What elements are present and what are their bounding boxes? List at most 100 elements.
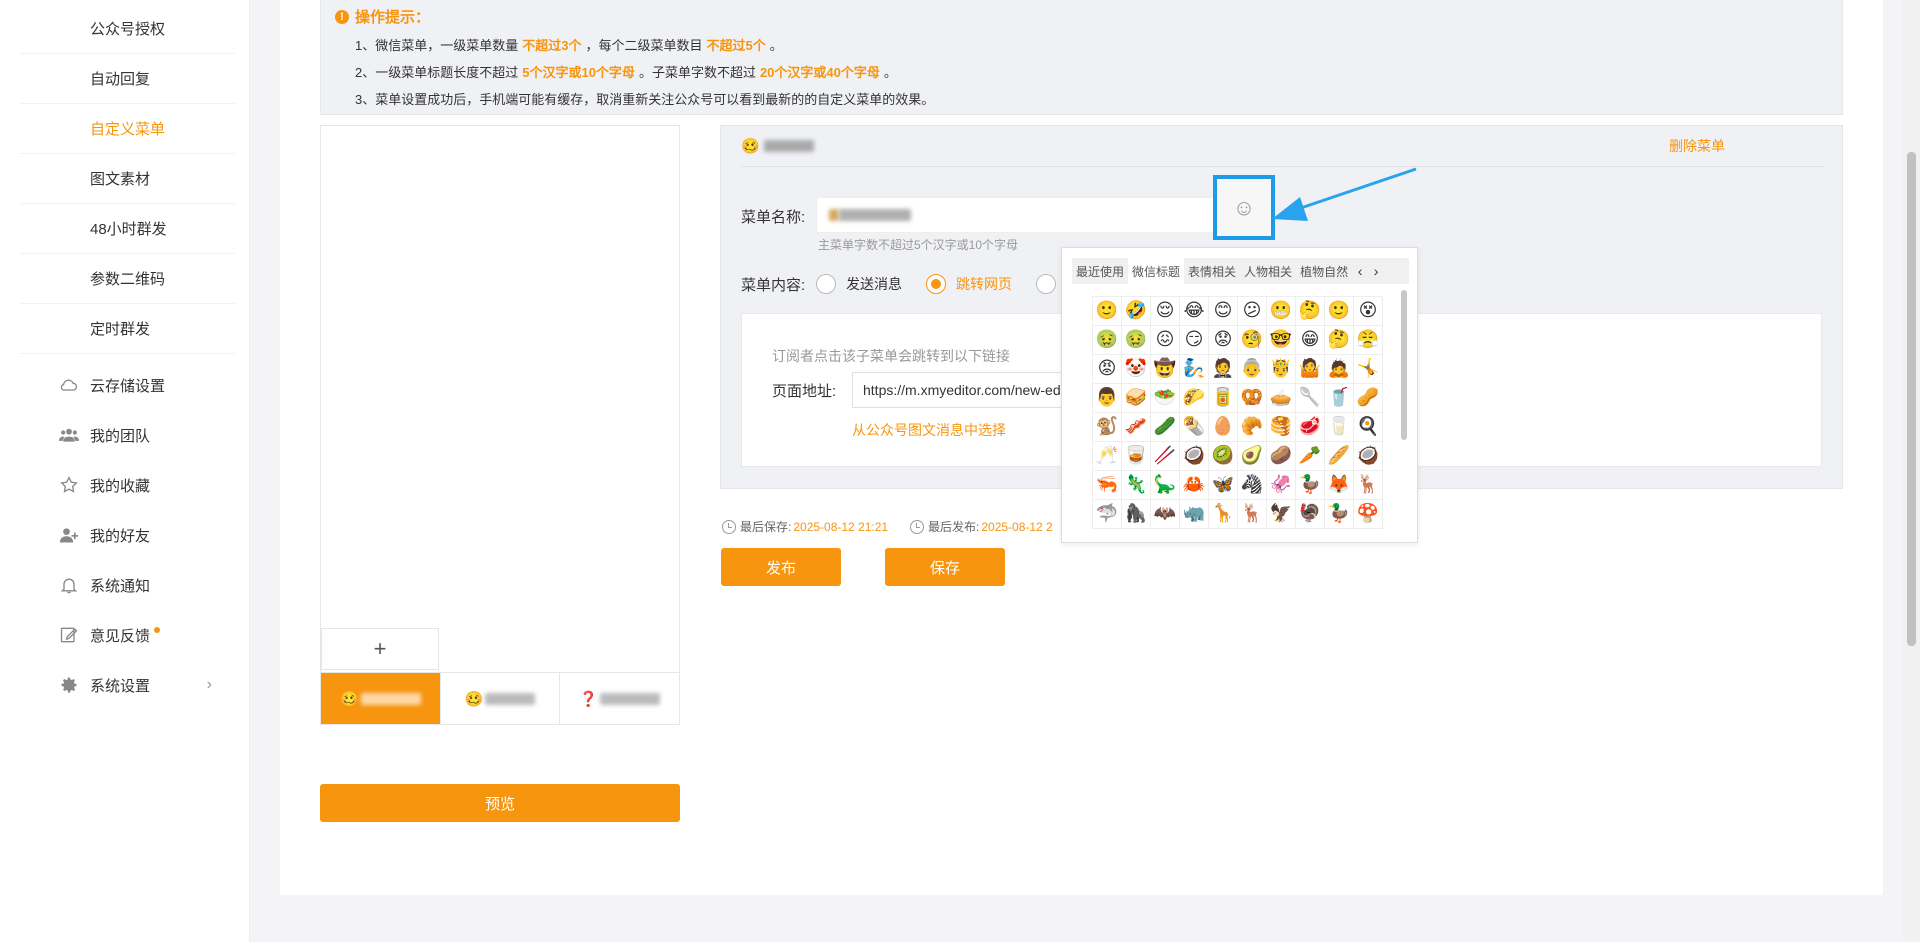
sidebar-item-auto-reply[interactable]: 自动回复 (20, 54, 235, 104)
sidebar-item-settings[interactable]: 系统设置 › (0, 665, 240, 705)
emoji-cell[interactable]: 🤸 (1354, 355, 1383, 384)
emoji-cell[interactable]: 😖 (1151, 326, 1180, 355)
sidebar-item-account-auth[interactable]: 公众号授权 (20, 4, 235, 54)
page-url-input[interactable]: https://m.xmyeditor.com/new-ed (852, 372, 1072, 408)
emoji-cell[interactable]: 🦊 (1325, 471, 1354, 500)
emoji-cell[interactable]: 🦇 (1151, 500, 1180, 529)
emoji-cell[interactable]: 🦎 (1122, 471, 1151, 500)
emoji-cell[interactable]: 🦈 (1093, 500, 1122, 529)
emoji-cell[interactable]: 🦓 (1238, 471, 1267, 500)
emoji-cell[interactable]: 🙇 (1325, 355, 1354, 384)
emoji-cell[interactable]: 🧞 (1180, 355, 1209, 384)
emoji-cell[interactable]: 😟 (1209, 326, 1238, 355)
emoji-cell[interactable]: 🥒 (1151, 413, 1180, 442)
emoji-cell[interactable]: 🦍 (1122, 500, 1151, 529)
emoji-cell[interactable]: 🤔 (1296, 297, 1325, 326)
emoji-cell[interactable]: 😊 (1209, 297, 1238, 326)
sidebar-item-notifications[interactable]: 系统通知 (0, 565, 240, 605)
tab-nature[interactable]: 植物自然 (1296, 258, 1352, 284)
tab-people[interactable]: 人物相关 (1240, 258, 1296, 284)
emoji-cell[interactable]: 🥕 (1296, 442, 1325, 471)
emoji-cell[interactable]: 🥧 (1267, 384, 1296, 413)
emoji-cell[interactable]: 😬 (1267, 297, 1296, 326)
menu-name-input[interactable] (816, 197, 1216, 233)
preview-button[interactable]: 预览 (320, 784, 680, 822)
emoji-cell[interactable]: 🤔 (1325, 326, 1354, 355)
emoji-cell[interactable]: 😌 (1151, 297, 1180, 326)
emoji-cell[interactable]: 👵 (1238, 355, 1267, 384)
emoji-cell[interactable]: 🦋 (1209, 471, 1238, 500)
emoji-cell[interactable]: 👨 (1093, 384, 1122, 413)
sidebar-item-48h-broadcast[interactable]: 48小时群发 (20, 204, 235, 254)
add-menu-button[interactable]: + (321, 628, 439, 670)
emoji-cell[interactable]: 🤡 (1122, 355, 1151, 384)
radio-send-message[interactable]: 发送消息 (816, 274, 902, 294)
emoji-cell[interactable]: 🙂 (1093, 297, 1122, 326)
emoji-cell[interactable]: 😁 (1296, 326, 1325, 355)
tab-expressions[interactable]: 表情相关 (1184, 258, 1240, 284)
page-scrollbar-thumb[interactable] (1907, 152, 1916, 646)
emoji-cell[interactable]: 🥤 (1325, 384, 1354, 413)
emoji-cell[interactable]: 🦏 (1180, 500, 1209, 529)
emoji-cell[interactable]: 🤢 (1122, 326, 1151, 355)
emoji-cell[interactable]: 🥨 (1238, 384, 1267, 413)
emoji-cell[interactable]: 🤷 (1296, 355, 1325, 384)
select-from-articles-link[interactable]: 从公众号图文消息中选择 (852, 420, 1006, 440)
emoji-cell[interactable]: 😕 (1238, 297, 1267, 326)
emoji-cell[interactable]: 🥝 (1209, 442, 1238, 471)
emoji-cell[interactable]: 🤢 (1093, 326, 1122, 355)
emoji-cell[interactable]: 🥔 (1267, 442, 1296, 471)
phone-menu-item-2[interactable]: 🥴 (441, 673, 561, 724)
delete-menu-button[interactable]: 删除菜单 (1669, 136, 1725, 156)
emoji-cell[interactable]: 😵 (1354, 297, 1383, 326)
phone-menu-item-3[interactable]: ❓ (560, 673, 679, 724)
publish-button[interactable]: 发布 (721, 548, 841, 586)
sidebar-item-friends[interactable]: 我的好友 (0, 515, 240, 555)
sidebar-item-qrcode[interactable]: 参数二维码 (20, 254, 235, 304)
emoji-cell[interactable]: 🦒 (1209, 500, 1238, 529)
emoji-cell[interactable]: 🦌 (1238, 500, 1267, 529)
emoji-cell[interactable]: 🦆 (1296, 471, 1325, 500)
emoji-cell[interactable]: 😡 (1093, 355, 1122, 384)
emoji-cell[interactable]: 🥛 (1325, 413, 1354, 442)
emoji-cell[interactable]: 🥫 (1209, 384, 1238, 413)
emoji-cell[interactable]: 🥑 (1238, 442, 1267, 471)
sidebar-item-my-team[interactable]: 我的团队 (0, 415, 240, 455)
chevron-right-icon[interactable]: › (1368, 263, 1384, 279)
emoji-cell[interactable]: 🥖 (1325, 442, 1354, 471)
emoji-cell[interactable]: 🙂 (1325, 297, 1354, 326)
tab-wechat-title[interactable]: 微信标题 (1128, 258, 1185, 284)
emoji-cell[interactable]: 🦆 (1325, 500, 1354, 529)
emoji-cell[interactable]: 🥃 (1122, 442, 1151, 471)
emoji-picker-button[interactable]: ☺ (1213, 175, 1275, 240)
emoji-cell[interactable]: 🥚 (1209, 413, 1238, 442)
save-button[interactable]: 保存 (885, 548, 1005, 586)
page-scrollbar[interactable] (1903, 0, 1920, 942)
emoji-cell[interactable]: 🥐 (1238, 413, 1267, 442)
emoji-cell[interactable]: 🦃 (1296, 500, 1325, 529)
emoji-cell[interactable]: 🌯 (1180, 413, 1209, 442)
sidebar-item-article-material[interactable]: 图文素材 (20, 154, 235, 204)
emoji-cell[interactable]: 🧐 (1238, 326, 1267, 355)
emoji-cell[interactable]: 🌮 (1180, 384, 1209, 413)
emoji-cell[interactable]: 🥩 (1296, 413, 1325, 442)
tab-recent[interactable]: 最近使用 (1072, 258, 1128, 284)
emoji-cell[interactable]: 🦕 (1151, 471, 1180, 500)
sidebar-item-custom-menu[interactable]: 自定义菜单 (20, 104, 235, 154)
emoji-cell[interactable]: 🥂 (1093, 442, 1122, 471)
emoji-cell[interactable]: 🍳 (1354, 413, 1383, 442)
emoji-cell[interactable]: 🥥 (1354, 442, 1383, 471)
emoji-cell[interactable]: 🤓 (1267, 326, 1296, 355)
emoji-cell[interactable]: 🥪 (1122, 384, 1151, 413)
sidebar-item-cloud-storage[interactable]: 云存储设置 (0, 365, 240, 405)
emoji-cell[interactable]: 🥥 (1180, 442, 1209, 471)
sidebar-item-scheduled-broadcast[interactable]: 定时群发 (20, 304, 235, 354)
emoji-cell[interactable]: 🦌 (1354, 471, 1383, 500)
emoji-cell[interactable]: 🥗 (1151, 384, 1180, 413)
emoji-cell[interactable]: 🤠 (1151, 355, 1180, 384)
chevron-left-icon[interactable]: ‹ (1352, 263, 1368, 279)
sidebar-item-feedback[interactable]: 意见反馈 (0, 615, 240, 655)
emoji-cell[interactable]: 🤵 (1209, 355, 1238, 384)
emoji-cell[interactable]: 🦐 (1093, 471, 1122, 500)
emoji-cell[interactable]: 🦅 (1267, 500, 1296, 529)
